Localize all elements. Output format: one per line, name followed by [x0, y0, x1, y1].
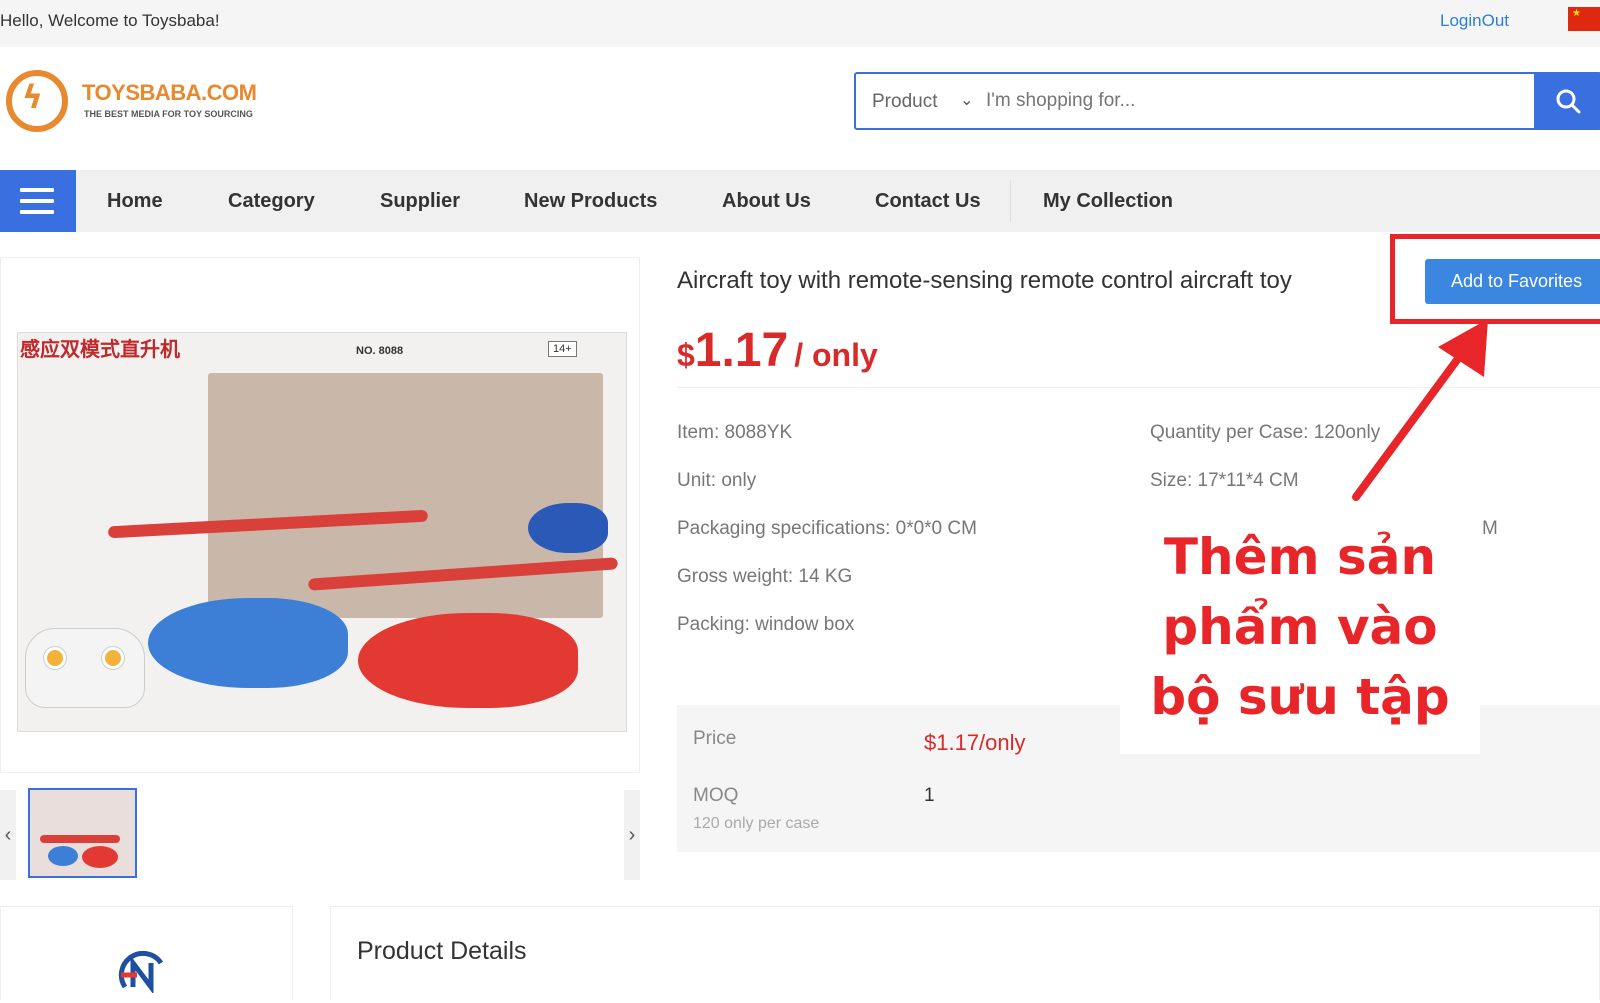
price-label: Price: [693, 728, 737, 749]
price-currency: $: [677, 337, 695, 373]
moq-sub: 120 only per case: [693, 815, 820, 832]
china-flag-icon[interactable]: ★: [1568, 7, 1600, 31]
search-category-select[interactable]: Product: [872, 91, 937, 113]
logo-name: TOYSBABA.COM: [82, 80, 257, 105]
logo-tagline: THE BEST MEDIA FOR TOY SOURCING: [84, 109, 253, 119]
annotation-text: Thêm sản phẩm vào bộ sưu tập: [1150, 528, 1450, 726]
spec-packaging: Packaging specifications: 0*0*0 CM: [677, 518, 977, 539]
site-logo[interactable]: ϟ TOYSBABA.COM THE BEST MEDIA FOR TOY SO…: [2, 66, 262, 136]
red-helicopter: [358, 613, 578, 708]
blue-helicopter: [148, 598, 348, 688]
remote-control: [25, 628, 145, 708]
nav-my-collection[interactable]: My Collection: [1043, 170, 1173, 232]
product-thumbnail[interactable]: [28, 788, 137, 878]
box-chinese-title: 感应双模式直升机: [20, 337, 180, 361]
product-main-image[interactable]: 感应双模式直升机 NO. 8088 14+: [0, 257, 640, 773]
search-input[interactable]: [986, 82, 1386, 120]
moq-label: MOQ: [693, 785, 739, 806]
nav-about-us[interactable]: About Us: [722, 170, 811, 232]
spec-item: Item: 8088YK: [677, 422, 793, 443]
product-details-card: Product Details: [330, 906, 1600, 1000]
hamburger-line: [20, 188, 54, 192]
price-table-value: $1.17/only: [924, 730, 1026, 755]
spec-packing: Packing: window box: [677, 614, 855, 635]
brand-logo-icon[interactable]: [115, 947, 171, 1003]
thumb-rotor: [40, 835, 120, 843]
main-nav: Home Category Supplier New Products Abou…: [0, 170, 1600, 232]
product-price: $1.17/ only: [677, 323, 878, 378]
thumb-red-heli: [82, 846, 118, 868]
remote-button: [44, 647, 66, 669]
annotation-arrow-icon: [1352, 319, 1488, 501]
search-bar: Product ⌄: [854, 72, 1600, 130]
chevron-down-icon[interactable]: ⌄: [960, 90, 973, 110]
search-button[interactable]: [1534, 72, 1600, 130]
product-title: Aircraft toy with remote-sensing remote …: [677, 267, 1292, 294]
spec-size: Size: 17*11*4 CM: [1150, 470, 1299, 491]
thumb-blue-heli: [48, 846, 78, 866]
price-value: 1.17: [694, 324, 789, 377]
price-unit: / only: [794, 337, 878, 373]
login-out-link[interactable]: LoginOut: [1440, 11, 1509, 31]
logo-mark-icon: ϟ: [6, 70, 68, 132]
nav-divider: [1010, 180, 1011, 222]
thumb-prev-button[interactable]: ‹: [0, 790, 16, 880]
annotation-text-box: Thêm sản phẩm vào bộ sưu tập: [1120, 522, 1480, 754]
spec-truncated: M: [1482, 518, 1498, 539]
nav-supplier[interactable]: Supplier: [380, 170, 460, 232]
box-model-number: NO. 8088: [356, 345, 404, 357]
hamburger-line: [20, 199, 54, 203]
search-icon: [1556, 89, 1581, 114]
brand-mark-icon: [118, 950, 164, 995]
brand-card: [0, 906, 293, 1000]
remote-button: [102, 647, 124, 669]
top-bar: Hello, Welcome to Toysbaba! LoginOut ★: [0, 0, 1600, 47]
moq-value: 1: [924, 785, 935, 806]
product-details-title: Product Details: [357, 937, 527, 965]
spec-unit: Unit: only: [677, 470, 757, 491]
hamburger-menu-button[interactable]: [0, 170, 76, 232]
nav-category[interactable]: Category: [228, 170, 315, 232]
small-helicopter: [528, 503, 608, 553]
add-to-favorites-button[interactable]: Add to Favorites: [1425, 259, 1600, 304]
nav-home[interactable]: Home: [107, 170, 163, 232]
nav-contact-us[interactable]: Contact Us: [875, 170, 981, 232]
box-age-badge: 14+: [548, 341, 577, 357]
hamburger-line: [20, 210, 54, 214]
spec-gross-weight: Gross weight: 14 KG: [677, 566, 853, 587]
nav-new-products[interactable]: New Products: [524, 170, 657, 232]
thumb-next-button[interactable]: ›: [624, 790, 640, 880]
welcome-text: Hello, Welcome to Toysbaba!: [0, 11, 220, 30]
